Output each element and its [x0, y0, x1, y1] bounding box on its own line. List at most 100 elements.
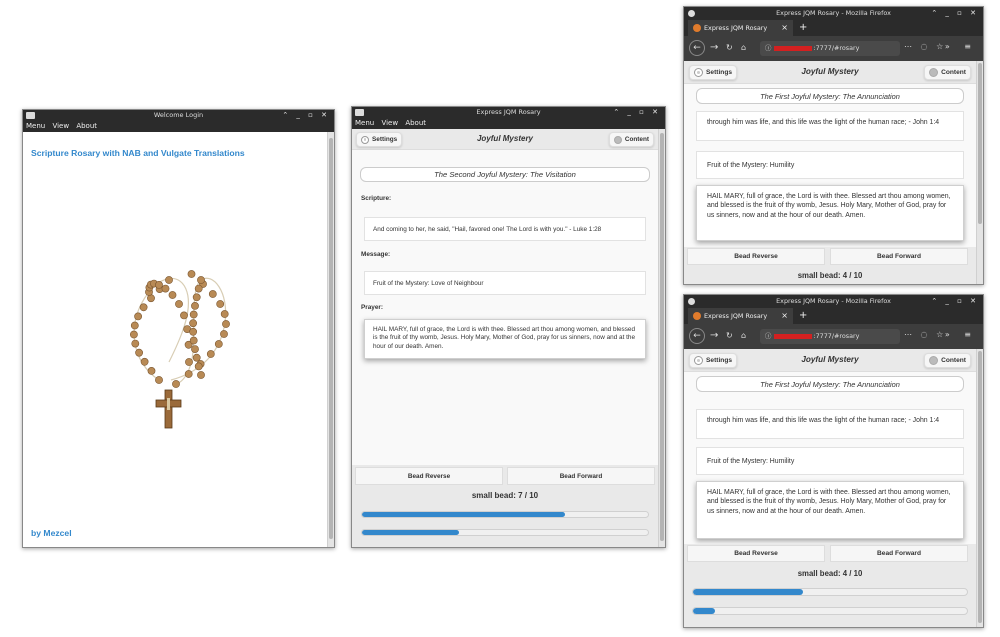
rosary-bead: [220, 330, 228, 338]
window-controls[interactable]: ⌃ _ ▫ ✕: [613, 107, 661, 118]
author-byline: by Mezcel: [31, 528, 72, 538]
navigation-bar: ← → ↻ ⌂ ⓘ :7777/#rosary ⋯ ◌ ☆ » ≡: [684, 324, 983, 349]
rosary-image: [129, 270, 230, 429]
window-title: Welcome Login: [153, 111, 204, 119]
app-heading: Scripture Rosary with NAB and Vulgate Tr…: [31, 148, 245, 158]
window-titlebar[interactable]: Express JQM Rosary - Mozilla Firefox ⌃ _…: [684, 7, 983, 20]
firefox-window-top: Express JQM Rosary - Mozilla Firefox ⌃ _…: [683, 6, 984, 285]
close-tab-icon[interactable]: ×: [781, 308, 788, 324]
rosary-bead: [134, 312, 142, 321]
rosary-progress-fill: [693, 608, 715, 614]
url-text: :7777/#rosary: [813, 44, 860, 52]
rosary-bead: [139, 303, 148, 312]
bead-reverse-button[interactable]: Bead Reverse: [687, 545, 825, 562]
page-header: Settings Joyful Mystery Content: [684, 349, 976, 372]
rosary-bead: [147, 367, 156, 375]
content-button[interactable]: Content: [608, 132, 654, 147]
scrollbar-thumb[interactable]: [978, 63, 982, 224]
scrollbar-thumb[interactable]: [660, 133, 664, 541]
tab-label: Express JQM Rosary: [704, 24, 768, 32]
window-titlebar[interactable]: Express JQM Rosary - Mozilla Firefox ⌃ _…: [684, 295, 983, 308]
bead-forward-button[interactable]: Bead Forward: [830, 248, 968, 265]
address-bar[interactable]: ⓘ :7777/#rosary: [760, 41, 900, 56]
rosary-bead: [155, 376, 163, 384]
welcome-login-window: Welcome Login ⌃ _ ▫ ✕ Menu View About Sc…: [22, 109, 335, 548]
home-icon[interactable]: ⌂: [741, 330, 746, 342]
welcome-content: Scripture Rosary with NAB and Vulgate Tr…: [23, 132, 327, 547]
rosary-bead: [131, 339, 140, 348]
menu-item-view[interactable]: View: [52, 122, 69, 130]
tab-favicon-icon: [693, 24, 701, 32]
reload-icon[interactable]: ↻: [726, 330, 733, 342]
rosary-bead: [184, 370, 193, 378]
decade-progress-bar: [361, 511, 649, 518]
menu-item-view[interactable]: View: [381, 119, 398, 127]
bead-reverse-button[interactable]: Bead Reverse: [687, 248, 825, 265]
forward-arrow-icon[interactable]: →: [710, 330, 718, 342]
rosary-bead: [155, 280, 163, 289]
window-icon: [355, 109, 364, 116]
content-button[interactable]: Content: [924, 353, 971, 368]
page-header: Settings Joyful Mystery Content: [684, 61, 976, 84]
scrollbar-thumb[interactable]: [329, 138, 333, 539]
window-controls[interactable]: ⌃ _ ▫ ✕: [282, 110, 330, 121]
menubar: Menu View About: [23, 121, 334, 132]
vertical-scrollbar[interactable]: [976, 61, 983, 284]
page-actions-icon[interactable]: ⋯ ◌ ☆: [904, 42, 946, 51]
window-titlebar[interactable]: Welcome Login ⌃ _ ▫ ✕: [23, 110, 334, 121]
vertical-scrollbar[interactable]: [327, 132, 334, 547]
window-title: Express JQM Rosary: [476, 108, 541, 116]
firefox-window-bottom: Express JQM Rosary - Mozilla Firefox ⌃ _…: [683, 294, 984, 628]
new-tab-icon[interactable]: +: [799, 308, 807, 323]
rosary-bead: [165, 276, 173, 284]
overflow-menu-icon[interactable]: » ≡: [945, 330, 977, 339]
menu-item-about[interactable]: About: [405, 119, 426, 127]
page-actions-icon[interactable]: ⋯ ◌ ☆: [904, 330, 946, 339]
prayer-label: Prayer:: [361, 304, 384, 311]
decade-progress-fill: [362, 512, 566, 517]
back-arrow-icon[interactable]: ←: [689, 40, 705, 56]
address-bar[interactable]: ⓘ :7777/#rosary: [760, 329, 900, 344]
forward-arrow-icon[interactable]: →: [710, 42, 718, 54]
page-footer: Bead Reverse Bead Forward small bead: 4 …: [684, 544, 976, 627]
new-tab-icon[interactable]: +: [799, 20, 807, 35]
tab-label: Express JQM Rosary: [704, 312, 768, 320]
rosary-bead: [175, 300, 183, 308]
scripture-text: through him was life, and this life was …: [696, 111, 964, 141]
url-text: :7777/#rosary: [813, 332, 860, 340]
browser-tab[interactable]: Express JQM Rosary ×: [688, 20, 793, 36]
menu-item-about[interactable]: About: [76, 122, 97, 130]
window-controls[interactable]: ⌃ _ ▫ ✕: [931, 295, 979, 308]
close-tab-icon[interactable]: ×: [781, 20, 788, 36]
window-controls[interactable]: ⌃ _ ▫ ✕: [931, 7, 979, 20]
rosary-bead: [208, 290, 217, 298]
rosary-progress-fill: [362, 530, 460, 535]
bead-forward-button[interactable]: Bead Forward: [830, 545, 968, 562]
vertical-scrollbar[interactable]: [658, 129, 665, 547]
rosary-bead: [180, 311, 188, 320]
rosary-bead: [192, 353, 201, 362]
back-arrow-icon[interactable]: ←: [689, 328, 705, 344]
scrollbar-thumb[interactable]: [978, 351, 982, 623]
menu-item-menu[interactable]: Menu: [26, 122, 45, 130]
decade-progress-bar: [692, 588, 968, 596]
vertical-scrollbar[interactable]: [976, 349, 983, 627]
rosary-bead: [140, 357, 149, 366]
rosary-bead: [189, 327, 197, 336]
bead-forward-button[interactable]: Bead Forward: [507, 467, 655, 485]
firefox-logo-icon: [688, 10, 695, 17]
content-button[interactable]: Content: [924, 65, 971, 80]
rosary-bead: [189, 336, 198, 345]
window-titlebar[interactable]: Express JQM Rosary ⌃ _ ▫ ✕: [352, 107, 665, 118]
rosary-bead: [216, 300, 225, 308]
browser-tab[interactable]: Express JQM Rosary ×: [688, 308, 793, 324]
bead-reverse-button[interactable]: Bead Reverse: [355, 467, 503, 485]
express-jqm-rosary-window: Express JQM Rosary ⌃ _ ▫ ✕ Menu View Abo…: [351, 106, 666, 548]
reload-icon[interactable]: ↻: [726, 42, 733, 54]
rosary-bead: [189, 319, 197, 328]
rosary-bead: [214, 340, 223, 348]
menu-item-menu[interactable]: Menu: [355, 119, 374, 127]
overflow-menu-icon[interactable]: » ≡: [945, 42, 977, 51]
page-footer: Bead Reverse Bead Forward small bead: 4 …: [684, 247, 976, 284]
home-icon[interactable]: ⌂: [741, 42, 746, 54]
